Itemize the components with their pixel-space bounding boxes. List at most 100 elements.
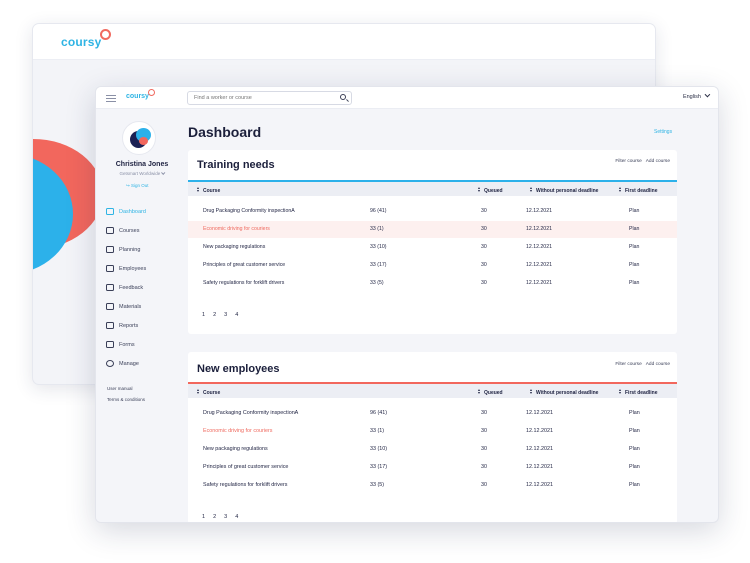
- deadline-date: 12.12.2021: [526, 446, 553, 452]
- page-link[interactable]: 3: [224, 312, 227, 318]
- queued-count: 30: [481, 208, 487, 214]
- course-count: 33 (5): [370, 482, 385, 488]
- sort-icon: [530, 187, 533, 192]
- plan-link[interactable]: Plan: [629, 208, 639, 214]
- table-row[interactable]: New packaging regulations 33 (10) 30 12.…: [188, 441, 677, 458]
- add-course-button[interactable]: Add course: [646, 362, 670, 367]
- queued-count: 30: [481, 464, 487, 470]
- course-name[interactable]: Drug Packaging Conformity inspectionA: [203, 208, 295, 214]
- chevron-down-icon: [161, 170, 166, 175]
- sort-icon: [478, 187, 481, 192]
- course-count: 96 (41): [370, 208, 387, 214]
- page-link[interactable]: 2: [213, 514, 216, 520]
- sidebar-item-dashboard[interactable]: Dashboard: [106, 207, 176, 217]
- search-icon[interactable]: [340, 94, 346, 100]
- column-header-first-deadline[interactable]: First deadline: [619, 389, 658, 396]
- column-header-queued[interactable]: Queued: [478, 389, 503, 396]
- language-select[interactable]: English: [683, 91, 711, 100]
- plan-link[interactable]: Plan: [629, 244, 639, 250]
- book-icon: [106, 227, 114, 234]
- column-header-first-deadline[interactable]: First deadline: [619, 187, 658, 194]
- table-row[interactable]: Economic driving for couriers 33 (1) 30 …: [188, 423, 677, 440]
- page-link[interactable]: 4: [235, 312, 238, 318]
- sidebar-item-courses[interactable]: Courses: [106, 226, 176, 236]
- column-header-without-deadline[interactable]: Without personal deadline: [530, 389, 598, 396]
- background-logo: coursy: [61, 29, 111, 49]
- column-header-course[interactable]: Course: [197, 187, 220, 194]
- queued-count: 30: [481, 428, 487, 434]
- course-name[interactable]: Safety regulations for forklift drivers: [203, 482, 288, 488]
- plan-link[interactable]: Plan: [629, 410, 640, 416]
- deadline-date: 12.12.2021: [526, 226, 552, 232]
- course-name[interactable]: New packaging regulations: [203, 244, 265, 250]
- sidebar-item-materials[interactable]: Materials: [106, 302, 176, 312]
- plan-link[interactable]: Plan: [629, 280, 639, 286]
- plan-link[interactable]: Plan: [629, 226, 639, 232]
- sort-icon: [478, 389, 481, 394]
- user-manual-link[interactable]: User manual: [107, 386, 133, 391]
- sidebar-item-feedback[interactable]: Feedback: [106, 283, 176, 293]
- sidebar-item-planning[interactable]: Planning: [106, 245, 176, 255]
- plan-link[interactable]: Plan: [629, 262, 639, 268]
- course-name[interactable]: Principles of great customer service: [203, 464, 288, 470]
- table-row[interactable]: New packaging regulations 33 (10) 30 12.…: [188, 239, 677, 256]
- table-row[interactable]: Principles of great customer service 33 …: [188, 257, 677, 274]
- column-header-course[interactable]: Course: [197, 389, 220, 396]
- document-icon: [106, 303, 114, 310]
- plan-link[interactable]: Plan: [629, 428, 640, 434]
- queued-count: 30: [481, 244, 487, 250]
- page-link[interactable]: 3: [224, 514, 227, 520]
- course-name[interactable]: Economic driving for couriers: [203, 428, 273, 434]
- gear-icon: [106, 360, 114, 367]
- sign-out-link[interactable]: ↪ Sign Out: [126, 183, 149, 189]
- filter-course-button[interactable]: Filter course: [615, 362, 641, 367]
- search-input[interactable]: [187, 91, 352, 105]
- sidebar-item-employees[interactable]: Employees: [106, 264, 176, 274]
- chevron-down-icon: [704, 91, 711, 98]
- column-header-without-deadline[interactable]: Without personal deadline: [530, 187, 598, 194]
- user-organization[interactable]: Getsmart Worldwide: [100, 170, 184, 176]
- filter-course-button[interactable]: Filter course: [615, 159, 641, 164]
- terms-link[interactable]: Terms & conditions: [107, 397, 145, 402]
- course-name[interactable]: Economic driving for couriers: [203, 226, 270, 232]
- course-name[interactable]: Drug Packaging Conformity inspectionA: [203, 410, 298, 416]
- add-course-button[interactable]: Add course: [646, 159, 670, 164]
- table-row[interactable]: Drug Packaging Conformity inspectionA 96…: [188, 405, 677, 422]
- table-row[interactable]: Economic driving for couriers 33 (1) 30 …: [188, 221, 677, 238]
- queued-count: 30: [481, 226, 487, 232]
- plan-link[interactable]: Plan: [629, 482, 640, 488]
- table-row[interactable]: Safety regulations for forklift drivers …: [188, 477, 677, 494]
- hamburger-menu-icon[interactable]: [106, 95, 116, 102]
- deadline-date: 12.12.2021: [526, 482, 553, 488]
- sort-icon: [619, 389, 622, 394]
- plan-link[interactable]: Plan: [629, 464, 640, 470]
- card-title: New employees: [197, 363, 280, 375]
- course-count: 33 (1): [370, 226, 384, 232]
- sidebar-item-reports[interactable]: Reports: [106, 321, 176, 331]
- app-window: coursy English Christina Jones Getsmart …: [95, 86, 719, 523]
- sort-icon: [197, 187, 200, 192]
- table-row[interactable]: Drug Packaging Conformity inspectionA 96…: [188, 203, 677, 220]
- course-count: 33 (5): [370, 280, 384, 286]
- plan-link[interactable]: Plan: [629, 446, 640, 452]
- page-link[interactable]: 2: [213, 312, 216, 318]
- avatar[interactable]: [122, 121, 156, 155]
- course-count: 33 (17): [370, 262, 387, 268]
- app-logo[interactable]: coursy: [126, 89, 155, 100]
- sidebar-item-forms[interactable]: Forms: [106, 340, 176, 350]
- course-name[interactable]: Principles of great customer service: [203, 262, 285, 268]
- deadline-date: 12.12.2021: [526, 428, 553, 434]
- card-actions: Filter course Add course: [611, 159, 670, 164]
- logo-swirl-icon: [99, 29, 111, 40]
- sidebar-item-manage[interactable]: Manage: [106, 359, 176, 369]
- course-name[interactable]: Safety regulations for forklift drivers: [203, 280, 284, 286]
- page-link[interactable]: 1: [202, 312, 205, 318]
- calendar-icon: [106, 246, 114, 253]
- table-row[interactable]: Principles of great customer service 33 …: [188, 459, 677, 476]
- column-header-queued[interactable]: Queued: [478, 187, 503, 194]
- table-row[interactable]: Safety regulations for forklift drivers …: [188, 275, 677, 292]
- page-link[interactable]: 1: [202, 514, 205, 520]
- settings-link[interactable]: Settings: [654, 129, 672, 135]
- course-name[interactable]: New packaging regulations: [203, 446, 268, 452]
- page-link[interactable]: 4: [235, 514, 238, 520]
